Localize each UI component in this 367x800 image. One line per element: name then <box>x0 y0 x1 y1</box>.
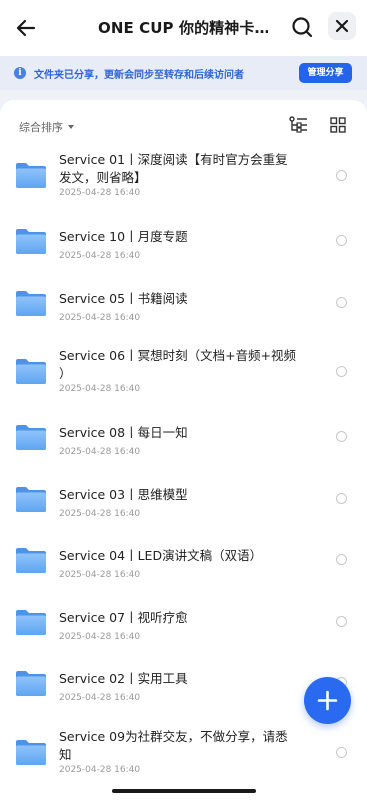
file-name-line: Service 05丨书籍阅读 <box>59 290 188 306</box>
file-name-line: Service 07丨视听疗愈 <box>59 609 188 625</box>
sort-label: 综合排序 <box>19 121 63 134</box>
file-row[interactable]: Service 07丨视听疗愈 2025-04-28 16:40 <box>0 597 367 659</box>
arrow-left-icon <box>16 19 36 37</box>
file-date: 2025-04-28 16:40 <box>59 693 141 703</box>
folder-icon <box>16 548 46 573</box>
select-radio[interactable] <box>336 431 347 442</box>
info-icon: i <box>14 67 26 79</box>
folder-icon <box>16 359 46 384</box>
share-notice-bar: i 文件夹已分享，更新会同步至转存和后续访问者 管理分享 <box>0 56 367 90</box>
file-name-line: Service 10丨月度专题 <box>59 229 188 244</box>
file-date: 2025-04-28 16:40 <box>59 447 141 457</box>
add-button[interactable] <box>304 677 351 724</box>
home-indicator <box>112 789 256 793</box>
file-name: Service 04丨LED演讲文稿（双语） <box>59 547 309 565</box>
tree-structure-icon <box>289 116 307 133</box>
file-name: Service 08丨每日一知 <box>59 424 309 442</box>
file-date: 2025-04-28 16:40 <box>59 631 141 642</box>
select-radio[interactable] <box>336 492 347 504</box>
file-date: 2025-04-28 16:40 <box>59 384 141 394</box>
folder-icon <box>16 609 46 635</box>
file-row[interactable]: Service 04丨LED演讲文稿（双语） 2025-04-28 16:40 <box>0 535 367 597</box>
file-date: 2025-04-28 16:40 <box>59 570 141 580</box>
grid-icon <box>330 117 346 133</box>
file-name-line: 发文，则省略】 <box>59 170 147 185</box>
file-name: Service 05丨书籍阅读 <box>59 290 309 308</box>
sort-dropdown[interactable]: 综合排序 <box>19 119 74 135</box>
file-name: Service 09为社群交友，不做分享，请悉知 <box>59 728 309 764</box>
folder-icon <box>16 486 46 512</box>
file-row[interactable]: Service 01丨深度阅读【有时官方会重复 发文，则省略】 2025-04-28… <box>0 143 367 216</box>
page-title: ONE CUP 你的精神卡… <box>98 19 268 37</box>
select-radio[interactable] <box>336 366 347 377</box>
folder-icon <box>16 163 46 188</box>
select-radio[interactable] <box>336 746 347 758</box>
file-row[interactable]: Service 08丨每日一知 2025-04-28 16:40 <box>0 412 367 474</box>
search-button[interactable] <box>290 15 314 39</box>
close-icon <box>335 19 349 33</box>
file-name-line: Service 06丨冥想时刻（文档+音频+视频 <box>59 348 297 363</box>
top-bar: ONE CUP 你的精神卡… <box>0 0 367 56</box>
select-radio[interactable] <box>336 554 347 565</box>
file-name: Service 06丨冥想时刻（文档+音频+视频 ） <box>59 347 309 383</box>
file-row[interactable]: Service 03丨思维模型 2025-04-28 16:40 <box>0 474 367 536</box>
file-date: 2025-04-28 16:40 <box>59 312 141 323</box>
select-radio[interactable] <box>336 615 347 627</box>
back-button[interactable] <box>12 14 40 42</box>
close-button[interactable] <box>328 12 356 40</box>
file-name-line: Service 03丨思维模型 <box>59 486 188 502</box>
folder-icon <box>16 229 46 254</box>
caret-down-icon <box>68 125 74 129</box>
tree-view-button[interactable] <box>289 116 309 134</box>
file-date: 2025-04-28 16:40 <box>59 188 141 198</box>
file-name: Service 07丨视听疗愈 <box>59 609 309 627</box>
file-name-line: Service 02丨实用工具 <box>59 671 188 686</box>
file-date: 2025-04-28 16:40 <box>59 251 141 261</box>
select-radio[interactable] <box>336 235 347 246</box>
file-row[interactable]: Service 05丨书籍阅读 2025-04-28 16:40 <box>0 278 367 340</box>
file-name-line: Service 01丨深度阅读【有时官方会重复 <box>59 152 288 167</box>
share-notice-text: 文件夹已分享，更新会同步至转存和后续访问者 <box>34 70 244 81</box>
folder-icon <box>16 290 46 316</box>
file-row[interactable]: Service 09为社群交友，不做分享，请悉知 2025-04-28 16:40 <box>0 720 367 793</box>
folder-icon <box>16 425 46 450</box>
manage-share-button[interactable]: 管理分享 <box>299 63 352 83</box>
select-radio[interactable] <box>336 170 347 181</box>
folder-icon <box>16 739 46 765</box>
file-name-line: Service 04丨LED演讲文稿（双语） <box>59 548 263 563</box>
select-radio[interactable] <box>336 296 347 308</box>
file-name: Service 03丨思维模型 <box>59 486 309 504</box>
file-name-line: Service 08丨每日一知 <box>59 425 188 440</box>
file-date: 2025-04-28 16:40 <box>59 764 141 775</box>
folder-icon <box>16 671 46 696</box>
file-name-line: Service 09为社群交友，不做分享，请悉 <box>59 728 288 744</box>
file-name: Service 02丨实用工具 <box>59 670 309 688</box>
file-date: 2025-04-28 16:40 <box>59 508 141 519</box>
file-name-line: ） <box>59 366 72 381</box>
file-row[interactable]: Service 06丨冥想时刻（文档+音频+视频 ） 2025-04-28 16:4… <box>0 339 367 412</box>
file-row[interactable]: Service 10丨月度专题 2025-04-28 16:40 <box>0 216 367 278</box>
search-icon <box>292 17 313 38</box>
file-name: Service 10丨月度专题 <box>59 228 309 246</box>
grid-view-button[interactable] <box>330 117 346 133</box>
file-name: Service 01丨深度阅读【有时官方会重复 发文，则省略】 <box>59 151 309 187</box>
plus-icon <box>317 690 338 711</box>
file-name-line: 知 <box>59 746 72 762</box>
